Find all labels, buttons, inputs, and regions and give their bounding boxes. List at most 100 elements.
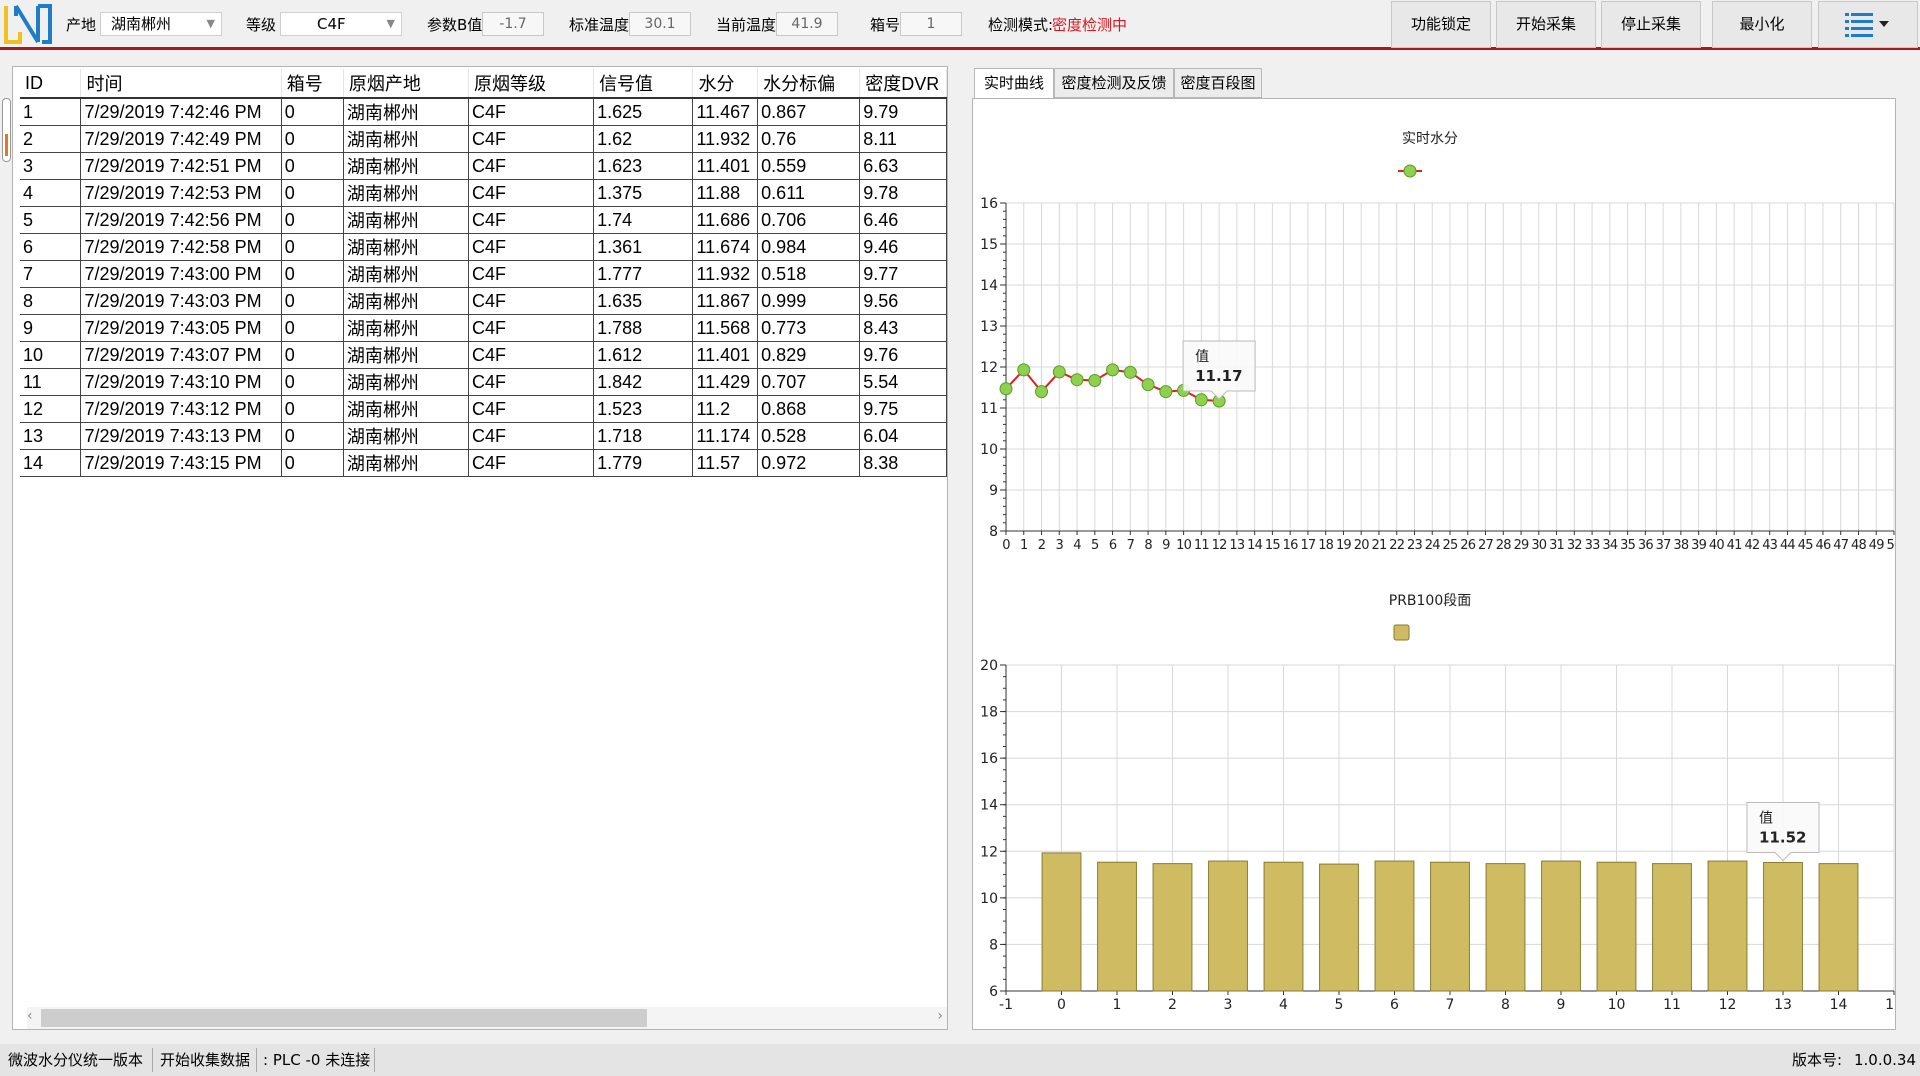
column-header[interactable]: 水分标偏 <box>757 69 861 99</box>
table-row[interactable]: 2 7/29/2019 7:42:49 PM 0 湖南郴州 C4F 1.62 11.932 0… <box>20 125 947 153</box>
table-row[interactable]: 9 7/29/2019 7:43:05 PM 0 湖南郴州 C4F 1.788 11.568… <box>20 314 947 342</box>
table-cell: 9.76 <box>859 341 947 369</box>
param-b-input[interactable]: -1.7 <box>482 12 544 36</box>
x-tick-label: 22 <box>1389 538 1404 553</box>
table-cell: 9.75 <box>859 395 947 423</box>
table-cell: 11.401 <box>692 341 759 369</box>
table-row[interactable]: 7 7/29/2019 7:43:00 PM 0 湖南郴州 C4F 1.777 11.932… <box>20 260 947 288</box>
x-tick-label: 3 <box>1056 538 1064 553</box>
table-cell: 0.707 <box>757 368 861 396</box>
table-cell: C4F <box>467 422 595 450</box>
table-row[interactable]: 4 7/29/2019 7:42:53 PM 0 湖南郴州 C4F 1.375 11.88 0… <box>20 179 947 207</box>
table-row[interactable]: 1 7/29/2019 7:42:46 PM 0 湖南郴州 C4F 1.625 11.467… <box>20 98 947 126</box>
table-cell: 1.635 <box>593 287 694 315</box>
x-tick-label: 27 <box>1478 538 1493 553</box>
table-row[interactable]: 6 7/29/2019 7:42:58 PM 0 湖南郴州 C4F 1.361 11.674… <box>20 233 947 261</box>
table-cell: 0.999 <box>757 287 861 315</box>
column-header[interactable]: 原烟等级 <box>468 69 595 99</box>
x-tick-label: 10 <box>1608 997 1626 1013</box>
bar <box>1319 863 1359 992</box>
x-tick-label: 15 <box>1885 997 1895 1013</box>
table-cell: 0 <box>280 422 344 450</box>
chevron-down-icon: ▼ <box>206 17 215 30</box>
x-tick-label: 8 <box>1144 538 1152 553</box>
status-bar: 微波水分仪统一版本 开始收集数据 : PLC -0 未连接 版本号: 1.0.0… <box>0 1044 1920 1076</box>
table-cell: 湖南郴州 <box>342 179 469 207</box>
box-input[interactable]: 1 <box>900 12 962 36</box>
splitter-handle[interactable] <box>2 98 11 162</box>
x-tick-label: 40 <box>1709 538 1724 553</box>
table-cell: 湖南郴州 <box>342 287 469 315</box>
x-tick-label: 26 <box>1460 538 1475 553</box>
x-tick-label: 34 <box>1602 538 1617 553</box>
x-tick-label: 45 <box>1798 538 1813 553</box>
column-header[interactable]: 信号值 <box>593 69 694 99</box>
column-header[interactable]: 水分 <box>692 69 759 99</box>
x-tick-label: 50 <box>1887 538 1895 553</box>
column-header[interactable]: 时间 <box>80 69 282 99</box>
table-cell: 7/29/2019 7:43:13 PM <box>80 422 282 450</box>
table-row[interactable]: 12 7/29/2019 7:43:12 PM 0 湖南郴州 C4F 1.523 11.2 0… <box>20 395 947 423</box>
table-cell: 9.46 <box>859 233 947 261</box>
stop-collect-button[interactable]: 停止采集 <box>1601 1 1701 48</box>
table-cell: 湖南郴州 <box>342 125 469 153</box>
table-cell: 11 <box>20 368 82 396</box>
table-cell: 0 <box>280 152 344 180</box>
table-cell: 0 <box>280 98 344 126</box>
table-cell: 湖南郴州 <box>342 422 469 450</box>
horizontal-scrollbar[interactable]: ‹ › <box>27 1007 947 1029</box>
start-collect-button[interactable]: 开始采集 <box>1496 1 1596 48</box>
tab-2[interactable]: 密度百段图 <box>1174 68 1262 98</box>
data-point <box>1106 363 1120 377</box>
y-tick-label: 9 <box>989 483 998 499</box>
table-cell: 湖南郴州 <box>342 260 469 288</box>
table-cell: C4F <box>467 314 595 342</box>
table-cell: 11.88 <box>692 179 759 207</box>
x-tick-label: 21 <box>1371 538 1386 553</box>
chart-title: PRB100段面 <box>1389 593 1472 609</box>
table-cell: 11.401 <box>692 152 759 180</box>
chevron-left-icon[interactable]: ‹ <box>27 1008 33 1024</box>
param-b-label: 参数B值 <box>427 16 483 34</box>
x-tick-label: 12 <box>1212 538 1227 553</box>
x-tick-label: 4 <box>1073 538 1081 553</box>
bar <box>1152 863 1193 992</box>
lock-button[interactable]: 功能锁定 <box>1391 1 1491 48</box>
table-row[interactable]: 10 7/29/2019 7:43:07 PM 0 湖南郴州 C4F 1.612 11.40… <box>20 341 947 369</box>
status-plc: : PLC -0 未连接 <box>263 1051 371 1069</box>
std-temp-input[interactable]: 30.1 <box>629 12 691 36</box>
scrollbar-thumb[interactable] <box>41 1009 647 1027</box>
x-tick-label: 31 <box>1549 538 1564 553</box>
cur-temp-input[interactable]: 41.9 <box>776 12 838 36</box>
data-point <box>1194 393 1208 407</box>
table-cell: C4F <box>467 368 595 396</box>
minimize-button[interactable]: 最小化 <box>1712 1 1812 48</box>
table-cell: 湖南郴州 <box>342 341 469 369</box>
y-tick-label: 16 <box>980 751 998 767</box>
table-cell: 7/29/2019 7:43:10 PM <box>80 368 282 396</box>
table-row[interactable]: 14 7/29/2019 7:43:15 PM 0 湖南郴州 C4F 1.779 11.57… <box>20 449 947 477</box>
column-header[interactable]: 箱号 <box>281 69 344 99</box>
chevron-right-icon[interactable]: › <box>937 1008 943 1024</box>
grade-select[interactable]: C4F ▼ <box>280 12 402 36</box>
y-tick-label: 10 <box>980 442 998 458</box>
table-row[interactable]: 8 7/29/2019 7:43:03 PM 0 湖南郴州 C4F 1.635 11.867… <box>20 287 947 315</box>
tab-0[interactable]: 实时曲线 <box>974 68 1054 99</box>
tab-1[interactable]: 密度检测及反馈 <box>1054 68 1174 98</box>
table-row[interactable]: 3 7/29/2019 7:42:51 PM 0 湖南郴州 C4F 1.623 11.401… <box>20 152 947 180</box>
table-cell: 0.867 <box>757 98 861 126</box>
x-tick-label: 28 <box>1496 538 1511 553</box>
column-header[interactable]: ID <box>20 69 82 99</box>
x-tick-label: 33 <box>1585 538 1600 553</box>
table-row[interactable]: 5 7/29/2019 7:42:56 PM 0 湖南郴州 C4F 1.74 11.686 0… <box>20 206 947 234</box>
origin-select[interactable]: 湖南郴州 ▼ <box>100 12 222 36</box>
mode-label: 检测模式: <box>988 16 1054 34</box>
menu-button[interactable] <box>1818 1 1918 48</box>
data-grid: ID 时间 箱号 原烟产地 原烟等级 信号值 水分 水分标偏 密度DVR 1 7/29/2019 … <box>20 69 947 477</box>
table-row[interactable]: 13 7/29/2019 7:43:13 PM 0 湖南郴州 C4F 1.718 11.17… <box>20 422 947 450</box>
y-tick-label: 20 <box>980 658 998 674</box>
bar <box>1485 863 1526 992</box>
column-header[interactable]: 密度DVR <box>859 69 947 99</box>
table-row[interactable]: 11 7/29/2019 7:43:10 PM 0 湖南郴州 C4F 1.842 11.42… <box>20 368 947 396</box>
column-header[interactable]: 原烟产地 <box>343 69 469 99</box>
